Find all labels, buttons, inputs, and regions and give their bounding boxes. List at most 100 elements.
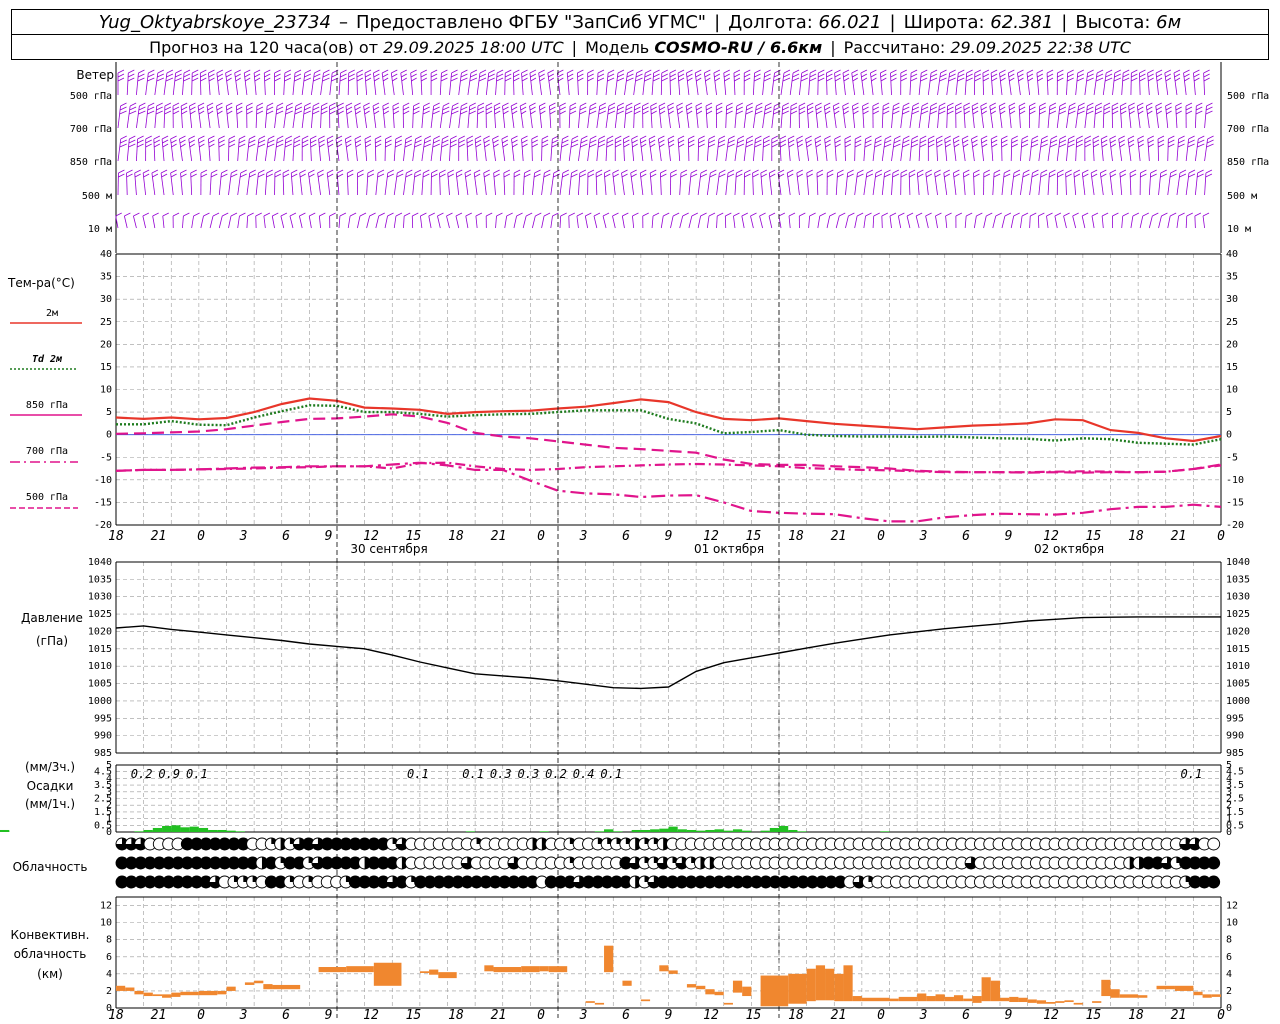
wind-barb xyxy=(1139,72,1141,96)
wind-barb-feather xyxy=(148,69,155,74)
conv-cloud-bar xyxy=(373,962,402,986)
wind-barb-feather xyxy=(1155,69,1163,74)
wind-barb-feather xyxy=(1119,143,1125,148)
wind-barb-feather xyxy=(856,173,864,178)
precip-bar xyxy=(659,828,669,832)
wind-barb-feather xyxy=(1202,212,1210,217)
wind-barb-feather xyxy=(805,135,812,140)
conv-cloud-bar xyxy=(742,986,752,997)
wind-barb-feather xyxy=(377,169,385,174)
meteogram-chart: Ветер 500 гПа 700 гПа 850 гПа 500 м 10 м… xyxy=(0,62,1269,1023)
wind-barb-feather xyxy=(1122,69,1130,74)
wind-barb-feather xyxy=(851,69,858,74)
wind-barb-feather xyxy=(494,106,501,111)
wind-barb-feather xyxy=(208,69,215,74)
wind-barb xyxy=(578,105,581,129)
wind-barb xyxy=(246,138,250,162)
wind-barb-feather xyxy=(834,139,841,144)
precip-bar xyxy=(465,831,476,832)
wind-barb-feather xyxy=(336,143,343,148)
cloud-symbol xyxy=(1207,856,1221,870)
wind-barb-feather xyxy=(928,143,935,148)
wind-barb-feather xyxy=(1059,102,1067,107)
wind-barb-feather xyxy=(1122,77,1130,82)
temp-tick-label-right: 5 xyxy=(1226,407,1232,418)
wind-barb-feather xyxy=(737,135,745,140)
wind-barb-feather xyxy=(1086,110,1094,115)
wind-barb-feather xyxy=(473,169,481,174)
wind-barb xyxy=(420,215,423,229)
wind-barb-feather xyxy=(607,110,616,115)
wind-barb-feather xyxy=(549,106,556,111)
precip-bar xyxy=(171,825,181,832)
hour-label-bottom: 15 xyxy=(1086,1008,1102,1023)
wind-barb-feather xyxy=(153,135,161,140)
wind-barb-feather xyxy=(318,135,325,140)
wind-barb-feather xyxy=(1017,73,1024,78)
conv-cloud-bar xyxy=(917,993,927,1002)
wind-barb xyxy=(199,72,202,96)
wind-barb xyxy=(1075,72,1079,96)
wind-barb-feather xyxy=(430,73,438,78)
wind-barb-feather xyxy=(502,106,509,111)
wind-barb-feather xyxy=(152,173,159,178)
wind-barb-feather xyxy=(1049,143,1058,148)
wind-barb-feather xyxy=(1195,110,1203,115)
wind-barb-feather xyxy=(595,169,603,174)
pressure-tick-label-right: 1025 xyxy=(1226,609,1250,620)
wind-barb-feather xyxy=(124,212,131,217)
wind-barb-feather xyxy=(413,110,420,115)
wind-barb xyxy=(799,72,803,96)
conv-cloud-bar xyxy=(852,996,862,1002)
wind-barb-feather xyxy=(1038,212,1045,217)
wind-barb-feather xyxy=(175,69,182,74)
wind-barb-feather xyxy=(145,139,152,144)
wind-barb-feather xyxy=(635,73,643,78)
wind-barb xyxy=(1020,215,1023,229)
wind-barb-feather xyxy=(999,106,1006,111)
wind-barb-feather xyxy=(1109,135,1116,140)
wind-barb-feather xyxy=(866,169,874,174)
wind-barb xyxy=(1010,215,1015,229)
wind-barb xyxy=(467,72,472,96)
wind-barb-feather xyxy=(570,143,579,148)
wind-barb-feather xyxy=(911,135,919,140)
wind-barb-feather xyxy=(893,102,900,107)
temp-panel-title: Тем-ра(°C) xyxy=(7,276,75,290)
wind-barb-feather xyxy=(551,139,559,144)
wind-barb xyxy=(271,215,275,229)
wind-barb-feather xyxy=(880,77,887,82)
wind-barb-feather xyxy=(134,169,141,174)
wind-barb-feather xyxy=(392,106,400,111)
wind-barb xyxy=(780,72,785,96)
wind-barb-feather xyxy=(687,77,693,82)
temp-tick-label-right: -20 xyxy=(1226,520,1244,531)
wind-barb-feather xyxy=(982,69,990,74)
wind-barb xyxy=(1056,105,1061,129)
wind-barb-feather xyxy=(1009,106,1016,111)
wind-barb-feather xyxy=(1068,106,1076,111)
wind-barb-feather xyxy=(138,69,145,74)
wind-barb-feather xyxy=(208,77,215,82)
pressure-tick-label-right: 1010 xyxy=(1226,661,1250,672)
wind-barb-feather xyxy=(1128,106,1135,111)
wind-barb-feather xyxy=(200,73,207,78)
wind-barb-feather xyxy=(1049,102,1057,107)
precip-bar xyxy=(162,825,172,832)
conv-tick-label: 4 xyxy=(106,969,112,980)
wind-barb-feather xyxy=(357,169,364,174)
wind-barb xyxy=(688,215,693,229)
wind-barb-feather xyxy=(872,102,880,107)
wind-barb xyxy=(384,215,388,229)
wind-barb-feather xyxy=(137,73,145,78)
wind-barb-feather xyxy=(865,212,872,217)
wind-barb-feather xyxy=(1096,73,1104,78)
wind-barb-feather xyxy=(930,69,938,74)
wind-barb xyxy=(716,138,720,162)
wind-barb-feather xyxy=(834,77,841,82)
wind-barb-feather xyxy=(908,169,916,174)
wind-barb-feather xyxy=(917,173,924,178)
hour-label-bottom: 3 xyxy=(579,1008,588,1023)
wind-barb-feather xyxy=(774,69,781,74)
wind-barb xyxy=(1202,215,1205,229)
